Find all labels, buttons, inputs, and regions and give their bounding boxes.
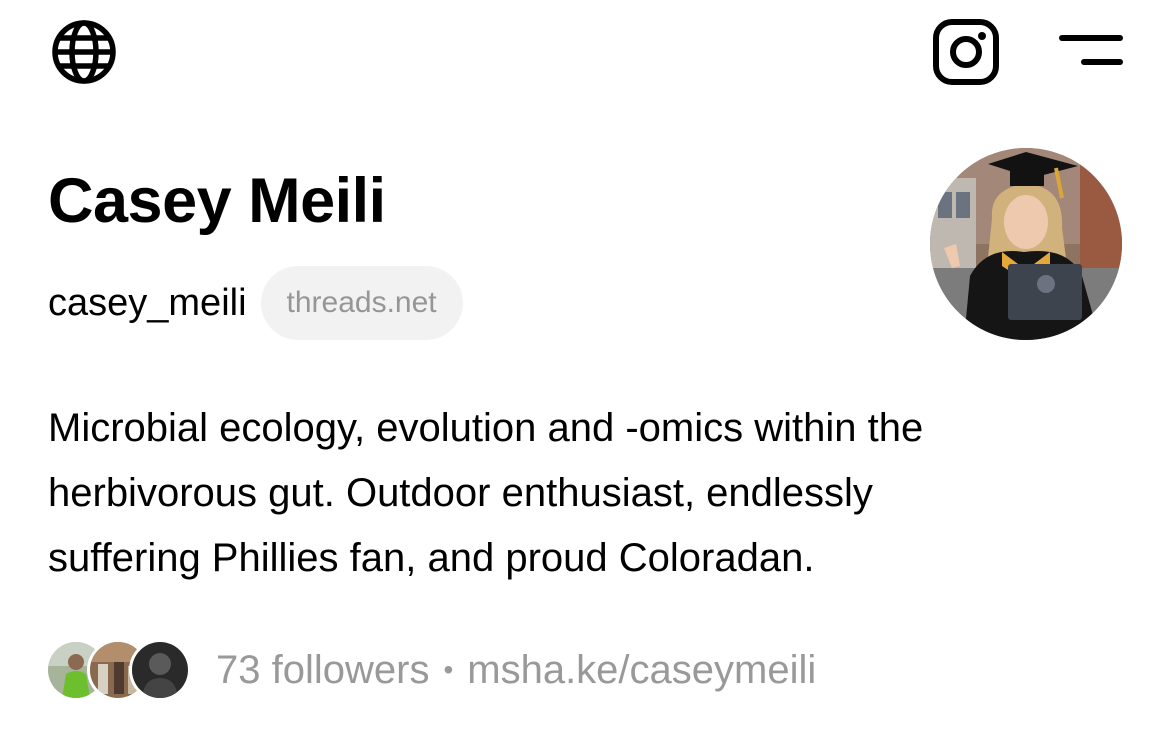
profile-avatar[interactable]	[930, 148, 1122, 340]
profile-meta: 73 followers • msha.ke/caseymeili	[216, 648, 816, 693]
bio-line: herbivorous gut. Outdoor enthusiast, end…	[48, 471, 873, 515]
globe-button[interactable]	[48, 16, 120, 88]
graduation-photo	[930, 148, 1122, 340]
followers-row: 73 followers • msha.ke/caseymeili	[48, 640, 816, 700]
menu-icon	[1059, 35, 1123, 65]
globe-icon	[52, 20, 116, 84]
bio-line: Microbial ecology, evolution and -omics …	[48, 406, 924, 450]
username: casey_meili	[48, 281, 247, 324]
instagram-button[interactable]	[930, 16, 1002, 88]
profile-link[interactable]: msha.ke/caseymeili	[467, 648, 816, 693]
profile-bio: Microbial ecology, evolution and -omics …	[48, 396, 1128, 591]
bio-line: suffering Phillies fan, and proud Colora…	[48, 536, 815, 580]
follower-facepile[interactable]	[48, 642, 190, 698]
menu-button[interactable]	[1056, 26, 1128, 78]
follower-avatar	[132, 642, 188, 698]
separator-dot: •	[443, 654, 454, 685]
profile-name: Casey Meili	[48, 166, 386, 236]
followers-count[interactable]: 73 followers	[216, 648, 429, 693]
handle-row: casey_meili threads.net	[48, 266, 463, 340]
threads-domain-badge[interactable]: threads.net	[260, 266, 463, 340]
instagram-icon	[933, 19, 999, 85]
